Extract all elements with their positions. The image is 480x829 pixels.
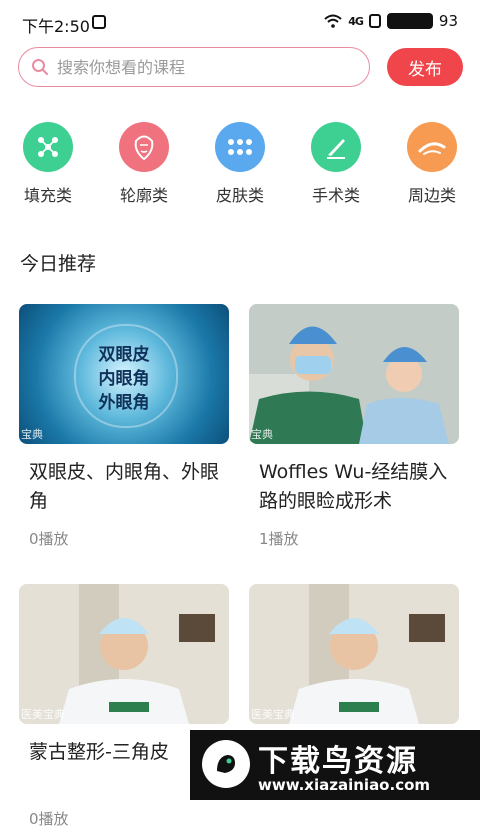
eyebrow-icon	[407, 122, 457, 172]
cellular-signal-icon: 4G	[348, 14, 364, 28]
video-thumbnail[interactable]: 医美宝典	[249, 584, 459, 724]
banner-brand: 下载鸟资源	[258, 744, 418, 779]
dots-grid-icon	[215, 122, 265, 172]
thumbnail-text: 外眼角	[98, 393, 150, 413]
redacted-bar	[386, 13, 433, 29]
publish-button[interactable]: 发布	[387, 48, 463, 86]
bird-logo-icon	[202, 740, 250, 788]
search-input[interactable]	[55, 56, 349, 78]
scalpel-icon	[311, 122, 361, 172]
play-count: 0播放	[29, 530, 69, 548]
video-card[interactable]: 医美宝典	[249, 584, 459, 724]
watermark: 医美宝典	[21, 708, 65, 721]
status-bar: 下午2:50 4G 93	[0, 0, 480, 44]
status-time: 下午2:50	[22, 17, 90, 36]
card-title[interactable]: 双眼皮、内眼角、外眼角	[29, 458, 234, 516]
video-card[interactable]: 宝典 Woffles Wu-经结膜入路的眼睑成形术 1播放	[249, 304, 459, 549]
face-outline-icon	[119, 122, 169, 172]
status-right: 4G 93	[324, 12, 458, 30]
category-row: 填充类 轮廓类 皮肤类 手术类 周边类	[0, 122, 480, 212]
thumbnail-text: 双眼皮	[98, 345, 150, 365]
category-label: 周边类	[407, 186, 456, 205]
category-label: 轮廓类	[119, 186, 168, 205]
card-title[interactable]: Woffles Wu-经结膜入路的眼睑成形术	[259, 458, 464, 516]
search-icon	[32, 59, 48, 75]
battery-icon	[368, 14, 381, 28]
doctor-photo	[249, 584, 459, 724]
category-peripheral[interactable]: 周边类	[394, 122, 470, 206]
play-count: 1播放	[259, 530, 299, 548]
thumbnail-text: 内眼角	[98, 369, 150, 389]
category-filler[interactable]: 填充类	[10, 122, 86, 206]
doctor-photo	[249, 304, 459, 444]
doctor-photo	[19, 584, 229, 724]
section-title: 今日推荐	[20, 253, 97, 275]
play-count: 0播放	[29, 810, 69, 828]
molecule-icon	[23, 122, 73, 172]
search-box[interactable]	[18, 47, 370, 87]
video-thumbnail[interactable]: 宝典	[249, 304, 459, 444]
video-card[interactable]: 双眼皮 内眼角 外眼角 宝典 双眼皮、内眼角、外眼角 0播放	[19, 304, 229, 549]
video-thumbnail[interactable]: 双眼皮 内眼角 外眼角 宝典	[19, 304, 229, 444]
video-thumbnail[interactable]: 医美宝典	[19, 584, 229, 724]
watermark: 宝典	[251, 428, 273, 441]
watermark: 医美宝典	[251, 708, 295, 721]
notification-icon	[92, 15, 106, 29]
battery-level: 93	[438, 12, 458, 30]
wifi-icon	[324, 14, 342, 28]
category-skin[interactable]: 皮肤类	[202, 122, 278, 206]
category-label: 皮肤类	[215, 186, 264, 205]
watermark: 宝典	[21, 428, 43, 441]
category-surgery[interactable]: 手术类	[298, 122, 374, 206]
category-label: 手术类	[311, 186, 360, 205]
banner-url: www.xiazainiao.com	[258, 776, 431, 794]
category-label: 填充类	[23, 186, 72, 205]
ad-banner[interactable]: 下载鸟资源 www.xiazainiao.com	[190, 730, 480, 800]
category-contour[interactable]: 轮廓类	[106, 122, 182, 206]
